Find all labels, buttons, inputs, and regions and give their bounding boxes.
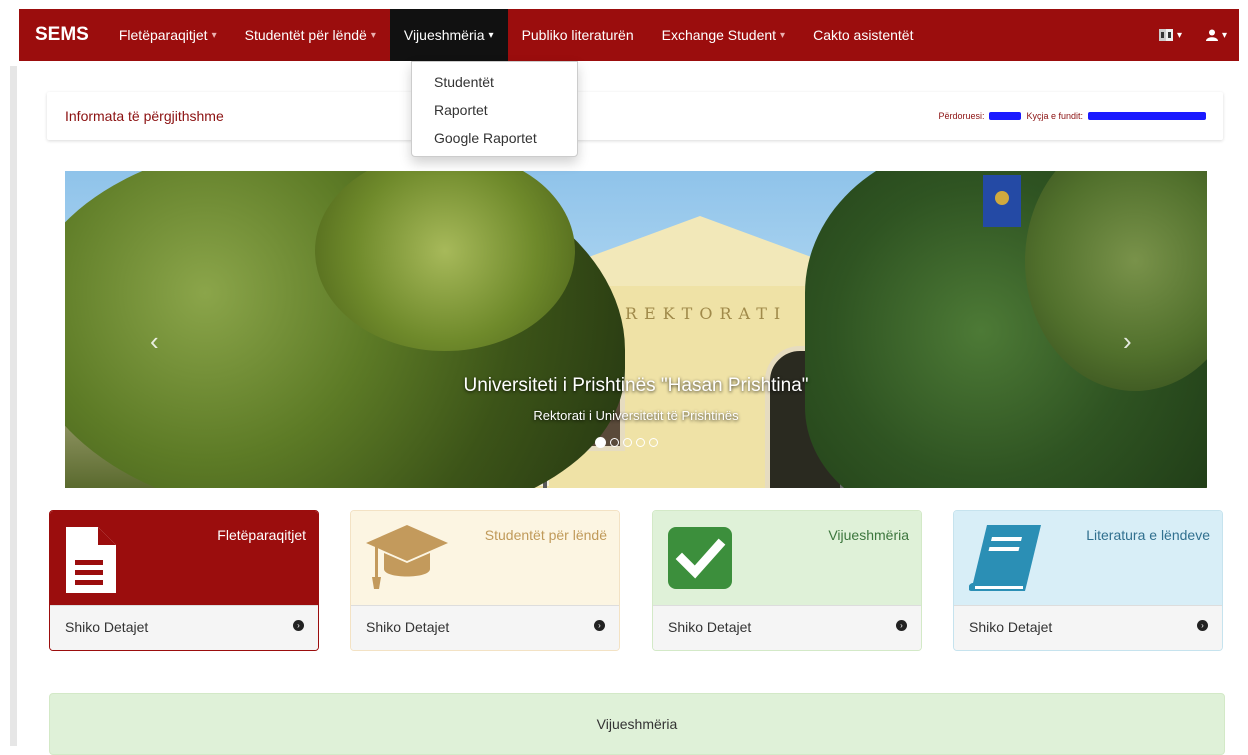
nav-label: Studentët për lëndë — [244, 27, 367, 43]
view-details-link[interactable]: Shiko Detajet — [969, 619, 1052, 635]
dropdown-item-raportet[interactable]: Raportet — [412, 96, 577, 124]
redacted-last-login — [1088, 112, 1206, 120]
carousel-indicator[interactable] — [623, 438, 632, 447]
carousel-indicator[interactable] — [610, 438, 619, 447]
last-login-label: Kyçja e fundit: — [1026, 111, 1083, 121]
arrow-circle-right-icon: › — [594, 620, 605, 631]
sidebar-divider — [10, 66, 17, 746]
nav-publiko-literaturen[interactable]: Publiko literaturën — [508, 9, 648, 61]
nav-vijueshmeria[interactable]: Vijueshmëria ▾ — [389, 9, 508, 61]
nav-label: Publiko literaturën — [521, 27, 634, 43]
flag-emblem — [995, 191, 1009, 205]
panel-title: Studentët për lëndë — [484, 527, 607, 543]
checkmark-icon — [668, 527, 732, 589]
image-carousel: REKTORATI ‹ › Universiteti i Prishtinës … — [65, 171, 1207, 488]
carousel-indicator[interactable] — [595, 437, 606, 448]
panel-header: Vijueshmëria — [653, 511, 921, 608]
carousel-caption-title: Universiteti i Prishtinës "Hasan Prishti… — [463, 375, 809, 396]
arrow-circle-right-icon: › — [293, 620, 304, 631]
panel-literatura-e-lendeve[interactable]: Literatura e lëndeve Shiko Detajet › — [953, 510, 1223, 651]
carousel-next-icon[interactable]: › — [1123, 326, 1132, 357]
nav-cakto-asistentet[interactable]: Cakto asistentët — [799, 9, 927, 61]
book-icon — [969, 525, 1041, 591]
language-menu[interactable]: ▾ — [1147, 9, 1194, 61]
redacted-username — [989, 112, 1022, 120]
caret-down-icon: ▾ — [1176, 29, 1182, 41]
panel-title: Fletëparaqitjet — [217, 527, 306, 543]
carousel-indicator[interactable] — [636, 438, 645, 447]
caret-down-icon: ▾ — [370, 29, 376, 41]
carousel-indicators — [595, 437, 658, 448]
panel-title: Vijueshmëria — [828, 527, 909, 543]
nav-label: Exchange Student — [661, 27, 777, 43]
panel-studentet-per-lende[interactable]: Studentët për lëndë Shiko Detajet › — [350, 510, 620, 651]
panel-fletparaqitjet[interactable]: Fletëparaqitjet Shiko Detajet › — [49, 510, 319, 651]
attendance-section: Vijueshmëria — [49, 693, 1225, 755]
brand-logo[interactable]: SEMS — [19, 9, 105, 61]
nav-label: Cakto asistentët — [813, 27, 914, 43]
panel-footer[interactable]: Shiko Detajet › — [351, 605, 619, 650]
general-info-bar: Informata të përgjithshme Përdoruesi: Ky… — [47, 92, 1223, 140]
caret-down-icon: ▾ — [780, 29, 786, 41]
panel-footer[interactable]: Shiko Detajet › — [954, 605, 1222, 650]
panel-header: Studentët për lëndë — [351, 511, 619, 608]
nav-exchange-student[interactable]: Exchange Student ▾ — [648, 9, 799, 61]
section-title: Vijueshmëria — [596, 716, 678, 732]
view-details-link[interactable]: Shiko Detajet — [366, 619, 449, 635]
panel-header: Fletëparaqitjet — [50, 511, 318, 608]
nav-label: Fletëparaqitjet — [118, 27, 208, 43]
nav-label: Vijueshmëria — [403, 27, 485, 43]
carousel-prev-icon[interactable]: ‹ — [150, 326, 159, 357]
panel-footer[interactable]: Shiko Detajet › — [50, 605, 318, 650]
info-title: Informata të përgjithshme — [65, 108, 224, 124]
top-navbar: SEMS Fletëparaqitjet ▾ Studentët për lënd… — [19, 9, 1239, 61]
panel-title: Literatura e lëndeve — [1086, 527, 1210, 543]
view-details-link[interactable]: Shiko Detajet — [668, 619, 751, 635]
vijueshmeria-dropdown-menu: Studentët Raportet Google Raportet — [411, 61, 578, 157]
carousel-indicator[interactable] — [649, 438, 658, 447]
language-flag-icon — [1158, 29, 1173, 41]
carousel-caption-subtitle: Rektorati i Universitetit të Prishtinës — [533, 408, 739, 423]
user-label: Përdoruesi: — [938, 111, 985, 121]
document-icon — [66, 527, 116, 593]
panel-header: Literatura e lëndeve — [954, 511, 1222, 608]
user-icon — [1205, 29, 1218, 41]
user-menu[interactable]: ▾ — [1194, 9, 1239, 61]
dropdown-item-studentet[interactable]: Studentët — [412, 68, 577, 96]
panel-footer[interactable]: Shiko Detajet › — [653, 605, 921, 650]
arrow-circle-right-icon: › — [896, 620, 907, 631]
building-sign: REKTORATI — [625, 304, 788, 323]
caret-down-icon: ▾ — [1221, 29, 1227, 41]
nav-fletparaqitjet[interactable]: Fletëparaqitjet ▾ — [105, 9, 231, 61]
arrow-circle-right-icon: › — [1197, 620, 1208, 631]
nav-studentet-per-lende[interactable]: Studentët për lëndë ▾ — [231, 9, 390, 61]
graduation-cap-icon — [366, 525, 448, 589]
panel-vijueshmeria[interactable]: Vijueshmëria Shiko Detajet › — [652, 510, 922, 651]
caret-down-icon: ▾ — [211, 29, 217, 41]
user-info: Përdoruesi: Kyçja e fundit: — [938, 111, 1211, 121]
view-details-link[interactable]: Shiko Detajet — [65, 619, 148, 635]
caret-down-icon: ▾ — [488, 29, 494, 41]
dropdown-item-google-raportet[interactable]: Google Raportet — [412, 124, 577, 152]
